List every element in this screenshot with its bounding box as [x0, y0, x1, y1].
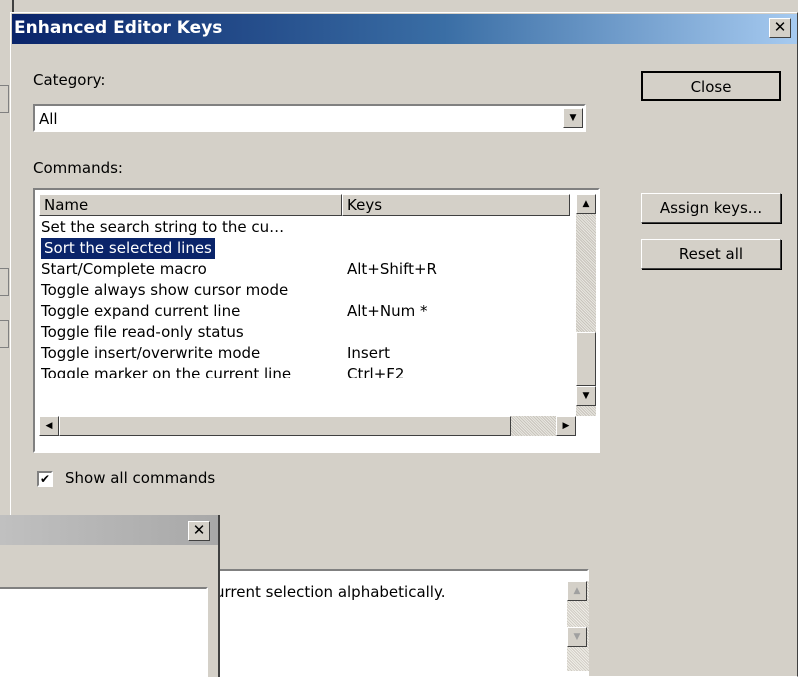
command-name: Sort the selected lines [44, 239, 212, 257]
horizontal-scroll-thumb[interactable] [59, 416, 511, 436]
command-name: Toggle file read-only status [41, 323, 244, 341]
description-text: urrent selection alphabetically. [215, 583, 446, 601]
overlapping-dialog: ✕ [0, 515, 220, 677]
column-header-name[interactable]: Name [39, 194, 342, 216]
list-item[interactable]: Toggle marker on the current line Ctrl+F2 [41, 364, 571, 378]
dialog-title: Enhanced Editor Keys [14, 18, 223, 38]
scroll-down-icon[interactable]: ▼ [576, 386, 596, 406]
assign-keys-button[interactable]: Assign keys... [641, 193, 781, 223]
scroll-right-icon[interactable]: ▶ [556, 416, 576, 436]
background-button [0, 320, 9, 348]
command-name: Toggle always show cursor mode [41, 281, 289, 299]
reset-all-button[interactable]: Reset all [641, 239, 781, 269]
description-scroll-down-icon[interactable]: ▼ [567, 627, 587, 647]
list-item[interactable]: Toggle file read-only status [41, 322, 244, 343]
list-item[interactable]: Start/Complete macro Alt+Shift+R [41, 259, 571, 280]
command-name: Toggle insert/overwrite mode [41, 344, 261, 362]
close-icon[interactable]: ✕ [769, 18, 791, 38]
title-bar[interactable]: Enhanced Editor Keys ✕ [12, 14, 797, 44]
command-keys: Insert [347, 344, 391, 362]
commands-list[interactable]: Name Keys Set the search string to the c… [33, 188, 600, 453]
category-value: All [39, 110, 58, 128]
vertical-scroll-thumb[interactable] [576, 332, 596, 386]
close-button[interactable]: Close [641, 71, 781, 101]
command-keys: Alt+Shift+R [347, 260, 437, 278]
category-label: Category: [33, 71, 106, 89]
list-item[interactable]: Toggle always show cursor mode [41, 280, 288, 301]
background-button [0, 268, 9, 296]
list-item[interactable]: Toggle insert/overwrite mode Insert [41, 343, 571, 364]
description-scroll-up-icon[interactable]: ▲ [567, 581, 587, 601]
background-button [0, 85, 9, 113]
command-name: Toggle expand current line [41, 302, 241, 320]
scroll-up-icon[interactable]: ▲ [576, 194, 596, 214]
column-header-keys[interactable]: Keys [342, 194, 570, 216]
overlapping-dialog-title-bar[interactable]: ✕ [0, 515, 218, 545]
command-name: Set the search string to the cu… [41, 218, 285, 236]
category-dropdown[interactable]: All ▼ [33, 104, 586, 132]
overlapping-dialog-field[interactable] [0, 587, 208, 677]
command-keys: Ctrl+F2 [347, 365, 405, 378]
show-all-commands-checkbox[interactable]: ✔ [37, 471, 53, 487]
command-description: urrent selection alphabetically. [211, 569, 589, 677]
commands-label: Commands: [33, 159, 123, 177]
command-name: Toggle marker on the current line [41, 365, 292, 378]
command-name: Start/Complete macro [41, 260, 207, 278]
chevron-down-icon[interactable]: ▼ [563, 108, 583, 128]
list-item[interactable]: Toggle expand current line Alt+Num * [41, 301, 571, 322]
list-item-selected[interactable]: Sort the selected lines [41, 238, 215, 259]
list-item[interactable]: Set the search string to the cu… [41, 217, 284, 238]
command-keys: Alt+Num * [347, 302, 428, 320]
close-icon[interactable]: ✕ [188, 521, 210, 541]
show-all-commands-label: Show all commands [65, 469, 216, 487]
scroll-left-icon[interactable]: ◀ [39, 416, 59, 436]
